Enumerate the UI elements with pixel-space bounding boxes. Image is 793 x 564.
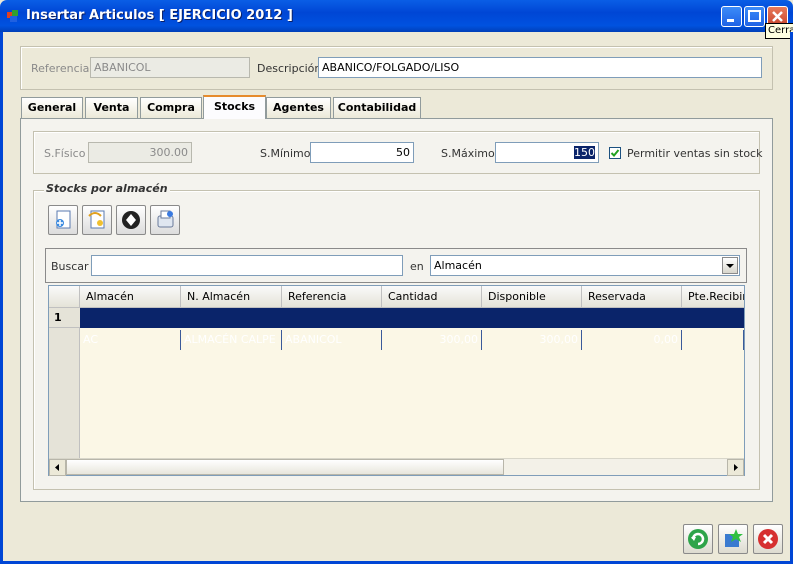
descripcion-field[interactable]: ABANICO/FOLGADO/LISO [318,57,762,78]
horizontal-scrollbar[interactable] [49,458,744,476]
maximo-value: 150 [574,146,595,159]
search-field-select[interactable]: Almacén [430,255,740,276]
referencia-field: ABANICOL [90,57,250,78]
buscar-label: Buscar [51,260,89,273]
almacen-section-title: Stocks por almacén [44,182,170,195]
descripcion-label: Descripción [257,62,322,75]
delete-record-icon [122,211,140,229]
column-header[interactable]: Referencia [282,286,382,308]
cancel-button[interactable] [753,524,783,554]
table-row[interactable]: AC ALMACÉN CALPE ABANICOL 300,00 300,00 … [80,308,744,350]
cell-disponible[interactable]: 300,00 [482,330,582,350]
en-label: en [410,260,424,273]
search-field-value: Almacén [434,259,482,272]
maximo-field[interactable]: 150 [495,142,599,163]
print-icon [157,210,174,228]
cancel-icon [758,529,778,549]
permitir-label: Permitir ventas sin stock [627,147,763,160]
column-header[interactable]: Disponible [482,286,582,308]
scroll-left-button[interactable] [49,459,66,476]
new-record-button[interactable] [48,205,78,235]
app-icon [7,10,18,22]
cell-referencia[interactable]: ABANICOL [282,330,382,350]
stocks-grid[interactable]: Almacén N. Almacén Referencia Cantidad D… [48,285,745,476]
tab-compra[interactable]: Compra [140,97,202,118]
column-header[interactable]: N. Almacén [181,286,282,308]
cell-reservada[interactable]: 0,00 [582,330,682,350]
permitir-checkbox[interactable] [609,147,621,159]
dropdown-arrow[interactable] [722,257,738,274]
referencia-label: Referencia [31,62,90,75]
scroll-thumb[interactable] [66,459,504,475]
window-title: Insertar Articulos [ EJERCICIO 2012 ] [26,8,293,23]
cell-pte-recibir[interactable] [682,330,744,350]
checkmark-icon [610,149,620,157]
refresh-button[interactable] [683,524,713,554]
minimize-button[interactable] [721,6,742,27]
delete-record-button[interactable] [116,205,146,235]
minimo-label: S.Mínimo [260,147,311,160]
refresh-icon [688,529,708,549]
edit-record-button[interactable] [82,205,112,235]
column-header[interactable]: Pte.Recibir [682,286,744,308]
cell-cantidad[interactable]: 300,00 [382,330,482,350]
title-bar[interactable]: Insertar Articulos [ EJERCICIO 2012 ] [0,0,793,32]
minimize-icon [727,19,734,22]
edit-record-icon [88,210,105,229]
column-header[interactable]: Cantidad [382,286,482,308]
save-button[interactable] [718,524,748,554]
grid-corner [49,286,80,308]
print-button[interactable] [150,205,180,235]
column-header[interactable]: Almacén [80,286,181,308]
minimo-field[interactable]: 50 [310,142,414,163]
tab-general[interactable]: General [21,97,83,118]
scroll-right-button[interactable] [727,459,744,476]
cell-nombre-almacen[interactable]: ALMACÉN CALPE [181,330,282,350]
maximo-label: S.Máximo [441,147,495,160]
buscar-input[interactable] [91,255,403,276]
arrow-right-icon [734,464,738,471]
row-header-column [49,308,80,475]
maximize-icon [748,10,761,22]
fisico-field: 300.00 [88,142,192,163]
arrow-left-icon [55,464,59,471]
row-number[interactable]: 1 [49,308,80,328]
tab-stocks[interactable]: Stocks [203,95,266,119]
tab-agentes[interactable]: Agentes [266,97,331,118]
tab-venta[interactable]: Venta [85,97,138,118]
column-header[interactable]: Reservada [582,286,682,308]
maximize-button[interactable] [744,6,765,27]
tab-contabilidad[interactable]: Contabilidad [333,97,421,118]
cell-almacen[interactable]: AC [80,330,181,350]
new-record-icon [56,210,71,229]
save-icon [725,529,743,547]
fisico-label: S.Físico [44,147,86,160]
chevron-down-icon [726,264,734,268]
